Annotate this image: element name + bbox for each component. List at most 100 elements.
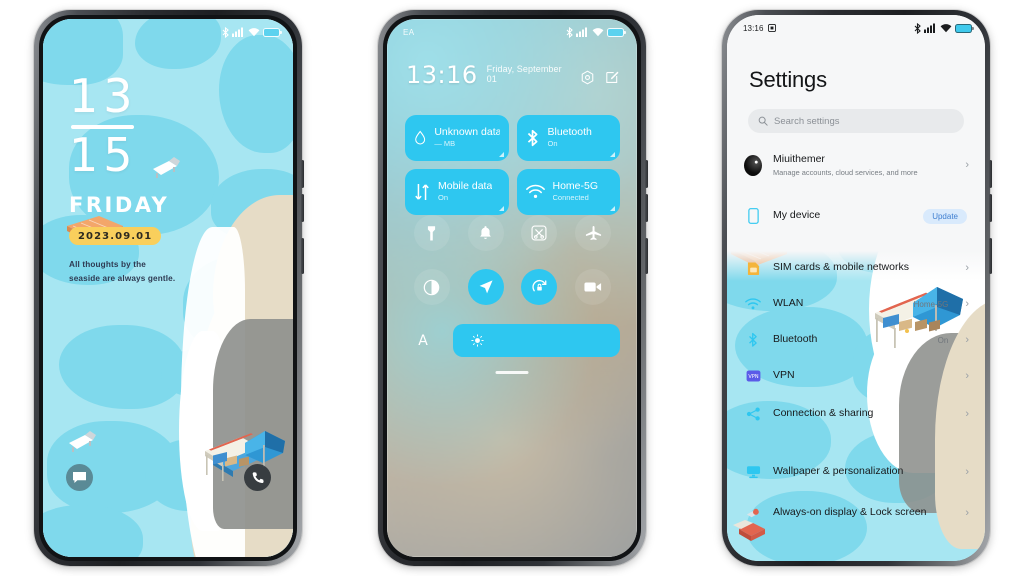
power-button[interactable] bbox=[989, 238, 992, 274]
bluetooth-icon bbox=[914, 22, 921, 34]
quick-setting-tiles: Unknown data plan — MB Bluetooth On bbox=[405, 115, 620, 215]
volume-down-button[interactable] bbox=[645, 194, 648, 222]
clock-date: Friday, September 01 bbox=[486, 64, 562, 84]
search-icon bbox=[758, 116, 768, 126]
tile-title: Mobile data bbox=[438, 181, 493, 193]
row-label: Always-on display & Lock screen bbox=[773, 506, 927, 519]
avatar bbox=[744, 154, 762, 176]
flashlight-icon bbox=[428, 225, 436, 241]
toggle-row-1 bbox=[405, 215, 620, 251]
tile-expand-corner[interactable] bbox=[498, 206, 504, 211]
bluetooth-tile[interactable]: Bluetooth On bbox=[516, 115, 620, 161]
brightness-slider[interactable] bbox=[453, 324, 620, 357]
beach-lounger-icon bbox=[69, 431, 96, 452]
edit-icon[interactable] bbox=[605, 70, 620, 85]
row-label: VPN bbox=[773, 369, 795, 382]
chevron-right-icon: › bbox=[965, 333, 969, 346]
status-bar: EA bbox=[387, 19, 637, 45]
phone-device-lock-screen: 13 15 FRIDAY 2023.09.01 All thoughts by … bbox=[34, 10, 304, 566]
flashlight-toggle[interactable] bbox=[413, 215, 450, 251]
update-badge[interactable]: Update bbox=[923, 208, 967, 224]
tile-subtitle: — MB bbox=[434, 140, 456, 149]
share-icon bbox=[744, 407, 762, 421]
tile-expand-corner[interactable] bbox=[498, 152, 504, 157]
screenshot-root: 13 15 FRIDAY 2023.09.01 All thoughts by … bbox=[0, 0, 1024, 576]
search-settings-input[interactable]: Search settings bbox=[748, 109, 964, 133]
auto-rotate-toggle[interactable] bbox=[521, 269, 558, 305]
device-outline-icon bbox=[744, 208, 762, 224]
phone-device-control-center: EA 13:16 Friday, September 01 Unknown da… bbox=[378, 10, 648, 566]
account-name: Miuithemer bbox=[773, 153, 825, 166]
tile-title: Home-5G bbox=[552, 181, 599, 193]
settings-list: Miuithemer Manage accounts, cloud servic… bbox=[727, 143, 985, 561]
sim-cards-row[interactable]: SIM cards & mobile networks › bbox=[727, 250, 985, 286]
wallpaper-row[interactable]: Wallpaper & personalization › bbox=[727, 452, 985, 492]
messages-shortcut[interactable] bbox=[66, 464, 93, 491]
row-label: SIM cards & mobile networks bbox=[773, 261, 909, 274]
phone-icon bbox=[252, 471, 264, 483]
status-bar: 13:16 bbox=[727, 15, 985, 41]
screen-recorder-toggle[interactable] bbox=[575, 269, 612, 305]
phone-device-settings: 13:16 Settings Search settings Miuitheme… bbox=[722, 10, 992, 566]
row-label: My device bbox=[773, 209, 821, 222]
wlan-tile[interactable]: Home-5G Connected bbox=[516, 169, 620, 215]
water-drop-icon bbox=[415, 130, 426, 145]
quote-line-1: All thoughts by the bbox=[69, 260, 146, 270]
lockscreen-quote: All thoughts by the seaside are always g… bbox=[69, 258, 175, 285]
account-row[interactable]: Miuithemer Manage accounts, cloud servic… bbox=[727, 143, 985, 187]
data-arrows-icon bbox=[415, 184, 429, 200]
volume-up-button[interactable] bbox=[301, 160, 304, 188]
airplane-toggle[interactable] bbox=[575, 215, 612, 251]
phone-shortcut[interactable] bbox=[244, 464, 271, 491]
signal-icon bbox=[924, 23, 935, 33]
row-label: Connection & sharing bbox=[773, 407, 874, 420]
tile-expand-corner[interactable] bbox=[610, 152, 615, 157]
settings-gear-icon[interactable] bbox=[580, 70, 595, 85]
toggle-row-2 bbox=[405, 269, 620, 305]
power-button[interactable] bbox=[645, 238, 648, 274]
chevron-right-icon: › bbox=[965, 297, 969, 310]
chevron-right-icon: › bbox=[965, 158, 969, 171]
data-usage-tile[interactable]: Unknown data plan — MB bbox=[405, 115, 509, 161]
volume-up-button[interactable] bbox=[989, 160, 992, 188]
tile-expand-corner[interactable] bbox=[610, 206, 615, 211]
video-camera-icon bbox=[584, 282, 602, 292]
wallpaper-icon bbox=[744, 465, 762, 479]
drag-handle[interactable] bbox=[495, 371, 529, 374]
chevron-right-icon: › bbox=[965, 261, 969, 274]
bluetooth-icon bbox=[527, 129, 537, 147]
tile-title: Unknown data plan bbox=[434, 127, 500, 139]
wlan-row[interactable]: WLAN Home-5G › bbox=[727, 286, 985, 322]
chevron-right-icon: › bbox=[965, 407, 969, 420]
sim-icon bbox=[744, 261, 762, 276]
mobile-data-tile[interactable]: Mobile data On bbox=[405, 169, 509, 215]
clock-hours: 13 bbox=[69, 69, 138, 123]
bluetooth-icon bbox=[744, 332, 762, 348]
bluetooth-icon bbox=[222, 26, 229, 38]
status-bar bbox=[43, 19, 293, 45]
wifi-icon bbox=[744, 298, 762, 310]
alarm-square-icon bbox=[767, 24, 776, 32]
beach-umbrella-stall bbox=[191, 415, 289, 512]
wifi-icon bbox=[525, 184, 545, 199]
volume-down-button[interactable] bbox=[301, 194, 304, 222]
bluetooth-row[interactable]: Bluetooth On › bbox=[727, 322, 985, 358]
row-label: WLAN bbox=[773, 297, 804, 310]
volume-up-button[interactable] bbox=[645, 160, 648, 188]
message-icon bbox=[73, 472, 86, 483]
vpn-row[interactable]: VPN VPN › bbox=[727, 358, 985, 394]
volume-down-button[interactable] bbox=[989, 194, 992, 222]
connection-sharing-row[interactable]: Connection & sharing › bbox=[727, 394, 985, 434]
phone-bezel: EA 13:16 Friday, September 01 Unknown da… bbox=[383, 15, 641, 561]
aod-lockscreen-row[interactable]: Always-on display & Lock screen › bbox=[727, 492, 985, 534]
dark-mode-toggle[interactable] bbox=[413, 269, 450, 305]
page-title: Settings bbox=[749, 67, 827, 92]
auto-brightness-label[interactable]: A bbox=[405, 333, 441, 349]
screenshot-toggle[interactable] bbox=[521, 215, 558, 251]
ringer-toggle[interactable] bbox=[467, 215, 504, 251]
my-device-row[interactable]: My device Update bbox=[727, 198, 985, 234]
power-button[interactable] bbox=[301, 238, 304, 274]
location-toggle[interactable] bbox=[467, 269, 504, 305]
bell-icon bbox=[480, 226, 491, 239]
control-center-screen: EA 13:16 Friday, September 01 Unknown da… bbox=[387, 19, 637, 557]
